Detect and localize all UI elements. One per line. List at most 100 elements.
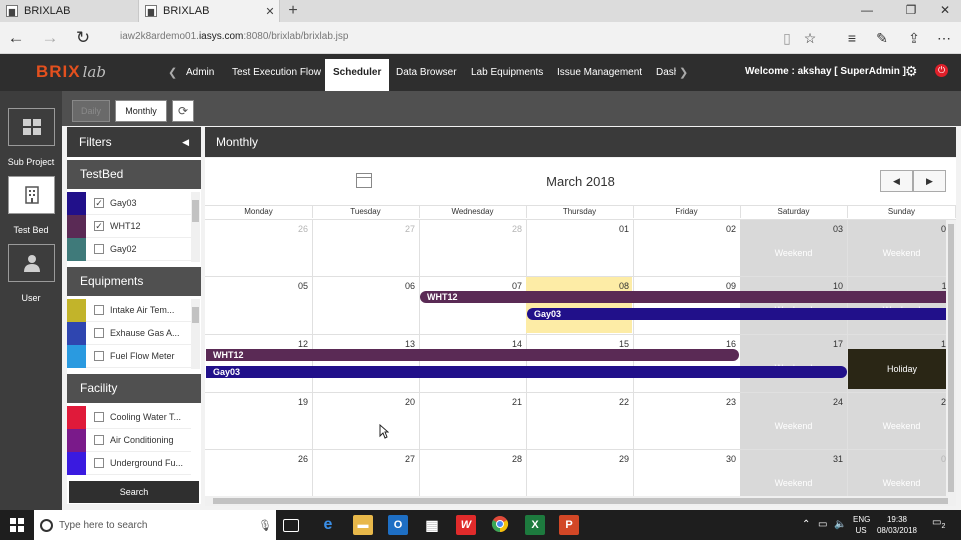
share-icon[interactable]: ⇪ xyxy=(904,28,924,48)
day-cell[interactable]: 28 xyxy=(419,219,527,277)
language-indicator[interactable]: ENG US xyxy=(853,514,870,536)
day-cell[interactable]: 07 xyxy=(419,276,527,334)
windows-start-icon[interactable] xyxy=(10,518,24,532)
refresh-icon[interactable]: ↻ xyxy=(72,27,94,49)
task-view-icon[interactable] xyxy=(283,519,299,532)
checkbox[interactable]: ✓ xyxy=(94,221,104,231)
chrome-icon[interactable] xyxy=(490,515,510,535)
edge-icon[interactable]: e xyxy=(318,515,338,535)
back-icon[interactable]: ← xyxy=(5,27,27,49)
clock[interactable]: 19:38 08/03/2018 xyxy=(870,514,924,536)
day-cell[interactable]: 10Weekend xyxy=(740,276,848,334)
nav-scroll-right-icon[interactable]: ❯ xyxy=(679,66,688,79)
day-cell[interactable]: 03 Weekend xyxy=(740,219,848,277)
filter-item-cooling-water[interactable]: Cooling Water T... xyxy=(67,405,191,429)
day-cell[interactable]: 08 xyxy=(526,276,634,334)
new-tab-icon[interactable]: + xyxy=(284,2,302,20)
wps-writer-icon[interactable]: W xyxy=(456,515,476,535)
more-icon[interactable]: ⋯ xyxy=(934,28,954,48)
day-cell[interactable]: 19 xyxy=(205,392,313,450)
nav-issue-management[interactable]: Issue Management xyxy=(557,54,642,91)
battery-icon[interactable]: ▭ xyxy=(818,519,827,530)
microphone-icon[interactable]: 🎙 xyxy=(254,519,276,532)
checkbox[interactable]: ✓ xyxy=(94,198,104,208)
test-bed-button[interactable] xyxy=(8,176,55,214)
refresh-calendar-icon[interactable]: ⟳ xyxy=(172,100,194,122)
day-cell[interactable]: 14 xyxy=(419,334,527,392)
close-window-icon[interactable]: ✕ xyxy=(935,3,955,17)
day-cell[interactable]: 15 xyxy=(526,334,634,392)
file-explorer-icon[interactable]: ▬ xyxy=(353,515,373,535)
day-cell[interactable]: 27 xyxy=(312,219,420,277)
browser-tab-1[interactable]: ▆ BRIXLAB xyxy=(0,0,137,22)
user-button[interactable] xyxy=(8,244,55,282)
collapse-left-icon[interactable]: ◀ xyxy=(182,127,189,157)
checkbox[interactable] xyxy=(94,328,104,338)
web-note-icon[interactable]: ✎ xyxy=(872,28,892,48)
checkbox[interactable] xyxy=(94,244,104,254)
day-cell[interactable]: 22 xyxy=(526,392,634,450)
event-bar-wht12[interactable]: WHT12 xyxy=(420,291,956,303)
filter-item-underground-fuel[interactable]: Underground Fu... xyxy=(67,451,191,475)
day-cell[interactable]: 13 xyxy=(312,334,420,392)
day-cell[interactable]: 20 xyxy=(312,392,420,450)
minimize-icon[interactable]: — xyxy=(857,3,877,17)
day-cell[interactable]: 06 xyxy=(312,276,420,334)
day-cell[interactable]: 09 xyxy=(633,276,741,334)
store-icon[interactable]: ▦ xyxy=(422,515,442,535)
close-tab-icon[interactable]: ✕ xyxy=(261,5,279,18)
nav-lab-equipments[interactable]: Lab Equipments xyxy=(471,54,543,91)
hub-icon[interactable]: ≡ xyxy=(842,28,862,48)
url-field[interactable]: iaw2k8ardemo01.iasys.com:8080/brixlab/br… xyxy=(120,31,348,42)
forward-icon[interactable]: → xyxy=(39,27,61,49)
holiday-block[interactable]: Holiday xyxy=(848,349,956,389)
nav-dashboard[interactable]: Dash xyxy=(656,54,676,91)
day-cell[interactable]: 21 xyxy=(419,392,527,450)
next-month-button[interactable]: ▶ xyxy=(913,170,946,192)
checkbox[interactable] xyxy=(94,435,104,445)
checkbox[interactable] xyxy=(94,458,104,468)
event-bar-wht12[interactable]: WHT12 xyxy=(206,349,739,361)
powerpoint-icon[interactable]: P xyxy=(559,515,579,535)
day-cell[interactable]: 12 xyxy=(205,334,313,392)
prev-month-button[interactable]: ◀ xyxy=(880,170,913,192)
sub-project-button[interactable] xyxy=(8,108,55,146)
notification-center-icon[interactable]: ▭2 xyxy=(932,517,945,530)
day-cell[interactable]: 24 Weekend xyxy=(740,392,848,450)
nav-admin[interactable]: Admin xyxy=(186,54,214,91)
outlook-icon[interactable]: O xyxy=(388,515,408,535)
equipments-scrollbar[interactable] xyxy=(191,299,200,369)
checkbox[interactable] xyxy=(94,412,104,422)
taskbar-search[interactable]: Type here to search 🎙 xyxy=(34,510,276,540)
filter-item-gay03[interactable]: ✓ Gay03 xyxy=(67,191,191,215)
monthly-view-button[interactable]: Monthly xyxy=(115,100,167,122)
daily-view-button[interactable]: Daily xyxy=(72,100,110,122)
nav-scroll-left-icon[interactable]: ❮ xyxy=(168,66,177,79)
volume-icon[interactable]: 🔈 xyxy=(834,519,846,530)
excel-icon[interactable]: X xyxy=(525,515,545,535)
day-cell[interactable]: 05 xyxy=(205,276,313,334)
day-cell[interactable]: 04Weekend xyxy=(848,219,956,277)
calendar-vertical-scrollbar[interactable] xyxy=(946,220,956,496)
day-cell[interactable]: 26 xyxy=(205,219,313,277)
reading-view-icon[interactable]: ▯ xyxy=(777,28,797,48)
show-hidden-icons[interactable]: ⌃ xyxy=(802,519,810,530)
filter-item-intake-air-temp[interactable]: Intake Air Tem... xyxy=(67,298,191,322)
filter-item-fuel-flow-meter[interactable]: Fuel Flow Meter xyxy=(67,344,191,368)
calendar-horizontal-scrollbar[interactable] xyxy=(205,496,956,506)
checkbox[interactable] xyxy=(94,351,104,361)
day-cell[interactable]: 11Weekend xyxy=(848,276,956,334)
nav-test-execution-flow[interactable]: Test Execution Flow xyxy=(232,54,321,91)
nav-scheduler[interactable]: Scheduler xyxy=(325,59,390,91)
filter-item-air-conditioning[interactable]: Air Conditioning xyxy=(67,428,191,452)
browser-tab-2[interactable]: ▆ BRIXLAB ✕ xyxy=(138,0,280,22)
day-cell[interactable]: 25Weekend xyxy=(848,392,956,450)
nav-data-browser[interactable]: Data Browser xyxy=(396,54,457,91)
day-cell[interactable]: 16 xyxy=(633,334,741,392)
gear-icon[interactable]: ⚙ xyxy=(905,63,918,80)
day-cell[interactable]: 02 xyxy=(633,219,741,277)
filter-item-gay02[interactable]: Gay02 xyxy=(67,237,191,261)
restore-icon[interactable]: ❐ xyxy=(901,3,921,17)
day-cell[interactable]: 01 xyxy=(526,219,634,277)
filter-item-wht12[interactable]: ✓ WHT12 xyxy=(67,214,191,238)
